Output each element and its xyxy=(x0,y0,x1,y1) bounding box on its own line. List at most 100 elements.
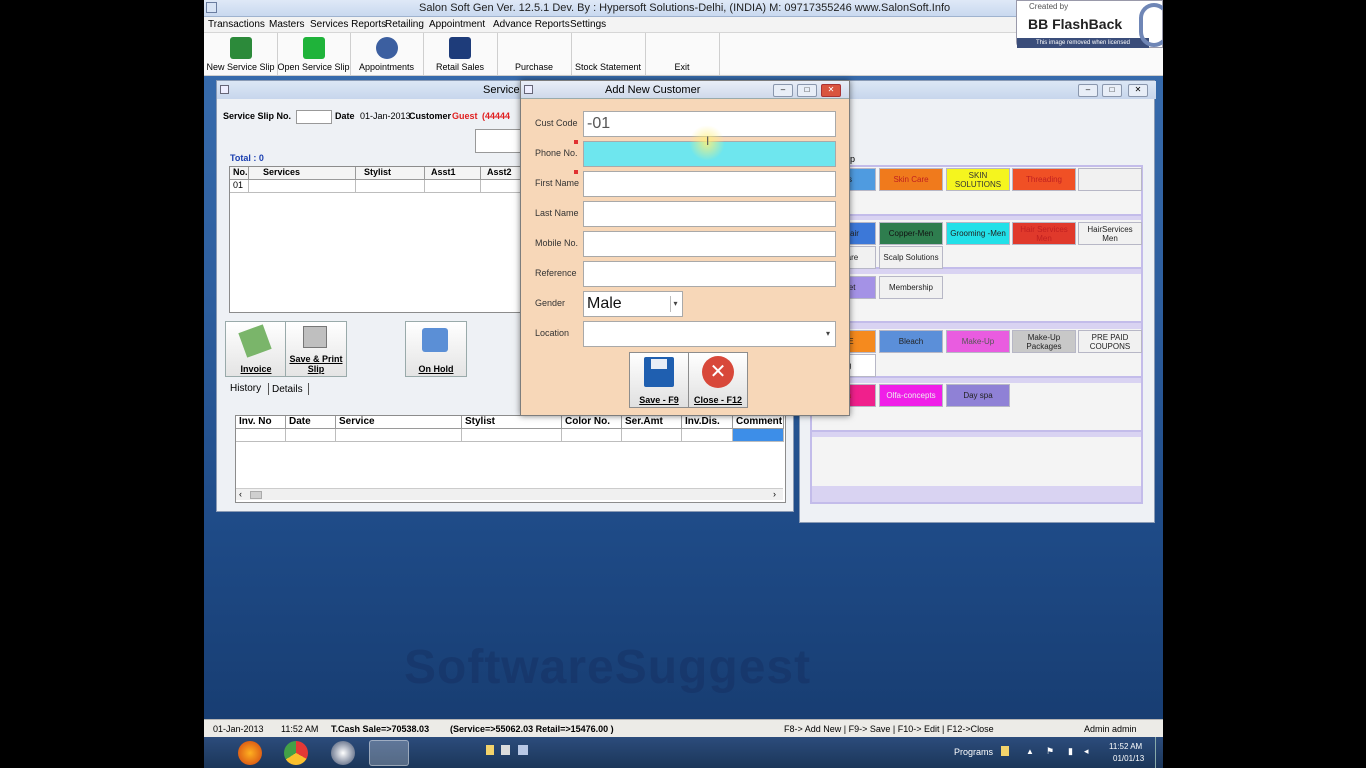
chevron-down-icon[interactable]: ▾ xyxy=(823,326,833,342)
folder-icon[interactable] xyxy=(486,745,494,755)
history-header-inv-no: Inv. No xyxy=(236,416,286,429)
menu-appointment[interactable]: Appointment xyxy=(429,19,485,30)
exit-button[interactable]: Exit xyxy=(645,33,720,75)
grid-cell-asst2[interactable] xyxy=(481,180,525,193)
save-button[interactable]: Save - F9 xyxy=(629,352,689,408)
category-cell[interactable]: Copper-Men xyxy=(879,222,943,245)
tab-details[interactable]: Details xyxy=(272,384,303,395)
last-name-field[interactable] xyxy=(583,201,836,227)
scroll-thumb[interactable] xyxy=(250,491,262,499)
tab-history[interactable]: History xyxy=(230,383,261,394)
close-icon[interactable]: ✕ xyxy=(1128,84,1148,97)
new-service-slip-button[interactable]: New Service Slip xyxy=(204,33,278,75)
status-bar: 01-Jan-2013 11:52 AM T.Cash Sale=>70538.… xyxy=(204,719,1163,737)
category-cell[interactable]: Scalp Solutions xyxy=(879,246,943,269)
category-cell[interactable]: Day spa xyxy=(946,384,1010,407)
history-header-stylist: Stylist xyxy=(462,416,562,429)
menu-settings[interactable]: Settings xyxy=(570,19,606,30)
folder-tray-icon[interactable] xyxy=(1001,746,1009,756)
category-cell-empty[interactable] xyxy=(1078,168,1142,191)
category-cell[interactable]: HairServices Men xyxy=(1078,222,1142,245)
appointments-label: Appointments xyxy=(358,62,415,72)
scroll-right-icon[interactable]: › xyxy=(773,489,776,499)
chrome-icon[interactable] xyxy=(284,741,308,765)
volume-icon[interactable]: ◂ xyxy=(1084,746,1089,757)
first-name-field[interactable] xyxy=(583,171,836,197)
last-name-label: Last Name xyxy=(535,208,579,218)
menu-masters[interactable]: Masters xyxy=(269,19,305,30)
badge-brand: BB FlashBack xyxy=(1028,16,1123,32)
category-cell[interactable]: Threading xyxy=(1012,168,1076,191)
history-grid[interactable]: Inv. No Date Service Stylist Color No. S… xyxy=(235,415,786,503)
menu-advance-reports[interactable]: Advance Reports xyxy=(493,19,570,30)
category-cell[interactable]: Make-Up Packages xyxy=(1012,330,1076,353)
menu-services-reports[interactable]: Services Reports xyxy=(310,19,386,30)
gender-select[interactable]: Male ▾ xyxy=(583,291,683,317)
purchase-button[interactable]: Purchase xyxy=(497,33,572,75)
maximize-icon[interactable]: □ xyxy=(1102,84,1122,97)
category-cell[interactable]: PRE PAID COUPONS xyxy=(1078,330,1142,353)
salon-soft-taskbar-button[interactable] xyxy=(369,740,409,766)
flag-icon[interactable]: ⚑ xyxy=(1046,746,1054,757)
invoice-button[interactable]: Invoice xyxy=(225,321,287,377)
chevron-down-icon[interactable]: ▾ xyxy=(670,296,680,312)
network-icon[interactable]: ▮ xyxy=(1068,746,1073,757)
services-grid[interactable]: No. Services Stylist Asst1 Asst2 01 xyxy=(229,166,526,313)
category-cell[interactable]: Membership xyxy=(879,276,943,299)
flashback-badge: Created by BB FlashBack This image remov… xyxy=(1016,0,1163,48)
reference-field[interactable] xyxy=(583,261,836,287)
grid-cell-asst1[interactable] xyxy=(425,180,481,193)
category-window-title-bar: – □ ✕ xyxy=(800,81,1156,99)
mobile-field[interactable] xyxy=(583,231,836,257)
category-cell[interactable]: Olfa-concepts xyxy=(879,384,943,407)
dialog-title-bar: Add New Customer – □ ✕ xyxy=(521,81,849,99)
category-cell[interactable]: SKIN SOLUTIONS xyxy=(946,168,1010,191)
programs-label[interactable]: Programs xyxy=(954,747,993,757)
category-cell[interactable]: Bleach xyxy=(879,330,943,353)
save-print-slip-button[interactable]: Save & Print Slip xyxy=(285,321,347,377)
appointments-button[interactable]: Appointments xyxy=(350,33,424,75)
stock-statement-button[interactable]: Stock Statement xyxy=(571,33,646,75)
clock-time[interactable]: 11:52 AM xyxy=(1109,742,1142,751)
category-cell[interactable]: Make-Up xyxy=(946,330,1010,353)
horizontal-scrollbar[interactable]: ‹ › xyxy=(236,488,783,500)
category-cell[interactable]: Hair Services Men xyxy=(1012,222,1076,245)
on-hold-button[interactable]: On Hold xyxy=(405,321,467,377)
grid-header-stylist: Stylist xyxy=(356,167,425,180)
show-hidden-icons-icon[interactable]: ▲ xyxy=(1026,747,1034,756)
money-icon xyxy=(229,37,252,59)
minimize-icon[interactable]: – xyxy=(773,84,793,97)
grid-cell-service[interactable] xyxy=(249,180,356,193)
window-icon[interactable] xyxy=(518,745,528,755)
close-button[interactable]: ✕ Close - F12 xyxy=(688,352,748,408)
category-cell[interactable]: Grooming -Men xyxy=(946,222,1010,245)
minimize-icon[interactable]: – xyxy=(1078,84,1098,97)
selected-comment-cell[interactable] xyxy=(733,429,784,442)
open-service-slip-button[interactable]: Open Service Slip xyxy=(277,33,351,75)
money-icon xyxy=(238,324,272,358)
grid-cell-stylist[interactable] xyxy=(356,180,425,193)
status-time: 11:52 AM xyxy=(281,724,319,734)
date-label: Date xyxy=(335,111,355,121)
customer-search-box[interactable] xyxy=(475,129,525,153)
category-cell[interactable]: Skin Care xyxy=(879,168,943,191)
menu-transactions[interactable]: Transactions xyxy=(208,19,265,30)
customer-label: Customer xyxy=(409,111,452,121)
location-select[interactable]: ▾ xyxy=(583,321,836,347)
save-label: Save - F9 xyxy=(639,395,679,405)
menu-retailing[interactable]: Retailing xyxy=(385,19,424,30)
retail-sales-button[interactable]: Retail Sales xyxy=(423,33,498,75)
text-cursor-icon: I xyxy=(706,134,710,148)
maximize-icon[interactable]: □ xyxy=(797,84,817,97)
firefox-icon[interactable] xyxy=(238,741,262,765)
status-user: Admin admin xyxy=(1084,724,1137,734)
reference-label: Reference xyxy=(535,268,577,278)
clock-date[interactable]: 01/01/13 xyxy=(1113,754,1144,763)
document-icon[interactable] xyxy=(501,745,510,755)
media-player-icon[interactable] xyxy=(331,741,355,765)
service-slip-input[interactable] xyxy=(296,110,332,124)
close-icon[interactable]: ✕ xyxy=(821,84,841,97)
show-desktop-button[interactable] xyxy=(1155,737,1163,768)
scroll-left-icon[interactable]: ‹ xyxy=(239,489,242,499)
status-cash-sale: T.Cash Sale=>70538.03 xyxy=(331,724,430,734)
